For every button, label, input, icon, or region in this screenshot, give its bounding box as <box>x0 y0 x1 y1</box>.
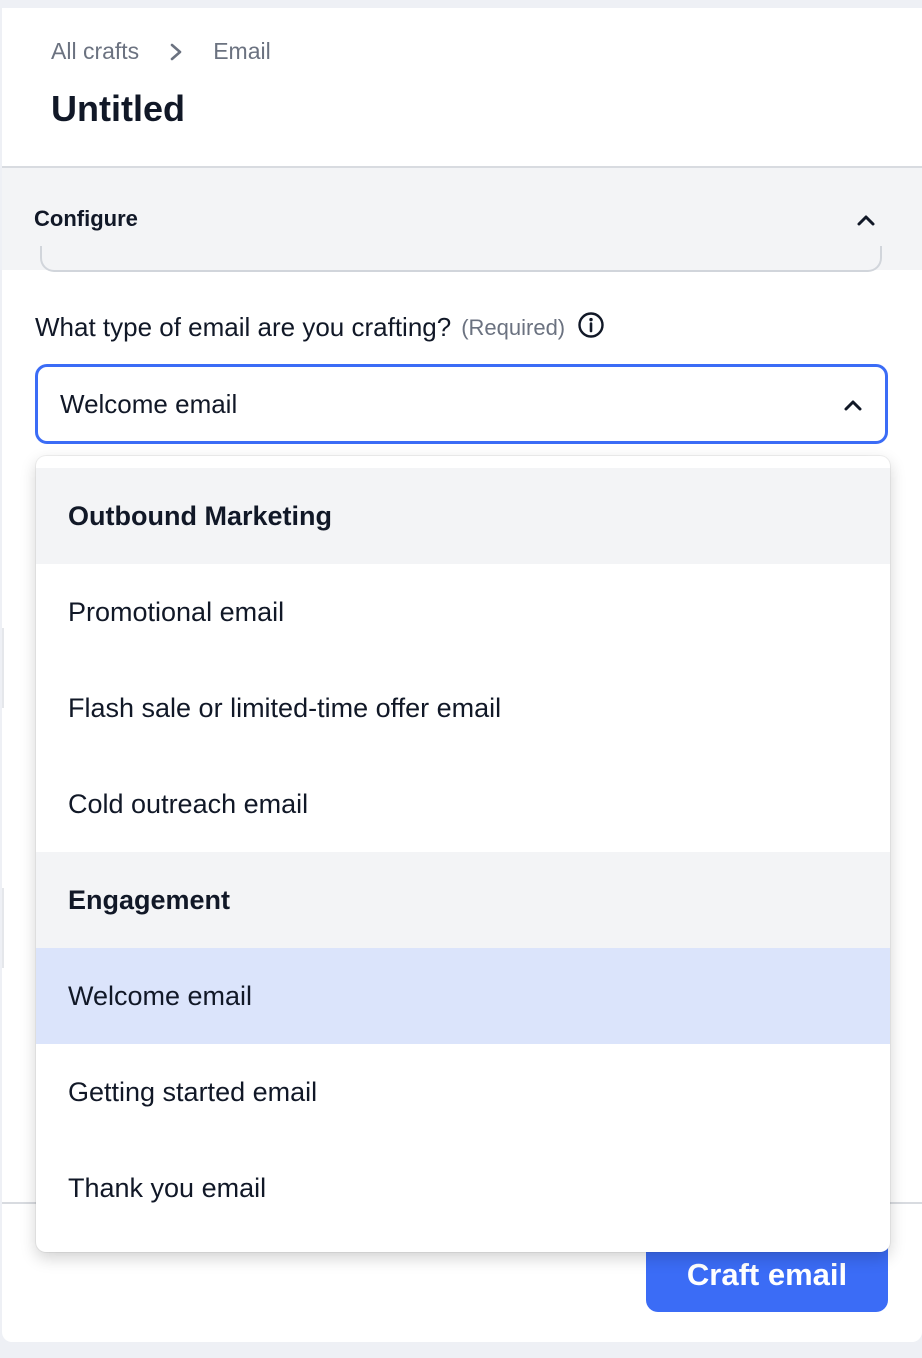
email-type-dropdown: Outbound Marketing Promotional email Fla… <box>36 456 890 1252</box>
select-value: Welcome email <box>60 389 238 419</box>
breadcrumb-current: Email <box>213 38 271 64</box>
divider <box>2 628 4 708</box>
dropdown-option-getting-started[interactable]: Getting started email <box>36 1044 890 1140</box>
page-title[interactable]: Untitled <box>51 88 185 130</box>
dropdown-option-cold-outreach[interactable]: Cold outreach email <box>36 756 890 852</box>
chevron-up-icon <box>841 393 865 417</box>
chevron-up-icon[interactable] <box>854 208 878 232</box>
email-type-question: What type of email are you crafting? (Re… <box>35 311 605 343</box>
email-type-select[interactable]: Welcome email <box>35 364 888 444</box>
dropdown-option-thank-you[interactable]: Thank you email <box>36 1140 890 1236</box>
dropdown-group-outbound-marketing: Outbound Marketing <box>36 468 890 564</box>
breadcrumb-all-crafts[interactable]: All crafts <box>51 38 139 65</box>
question-label: What type of email are you crafting? <box>35 312 452 342</box>
dropdown-option-welcome[interactable]: Welcome email <box>36 948 890 1044</box>
required-indicator: (Required) <box>461 314 566 340</box>
breadcrumb: All crafts Email <box>51 38 271 65</box>
chevron-right-icon <box>169 42 183 62</box>
divider <box>2 888 4 968</box>
configure-label: Configure <box>34 206 138 231</box>
craft-panel: All crafts Email Untitled Configure What… <box>2 8 922 1342</box>
info-icon[interactable] <box>577 311 605 339</box>
dropdown-option-promotional[interactable]: Promotional email <box>36 564 890 660</box>
previous-field-edge <box>40 246 882 272</box>
dropdown-option-flash-sale[interactable]: Flash sale or limited-time offer email <box>36 660 890 756</box>
dropdown-group-engagement: Engagement <box>36 852 890 948</box>
